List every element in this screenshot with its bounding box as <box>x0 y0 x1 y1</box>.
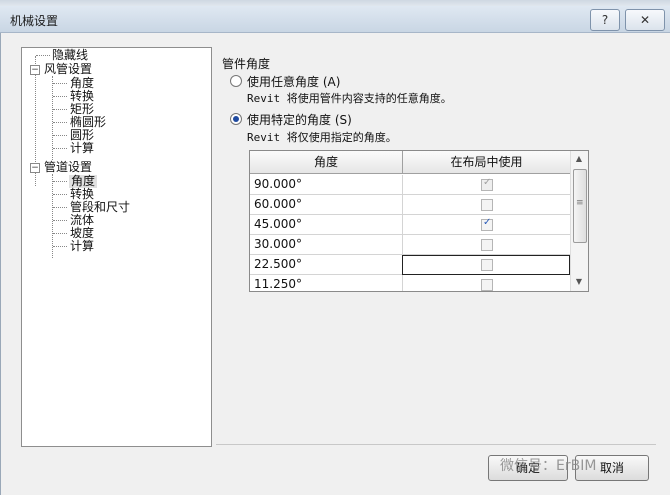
help-button[interactable]: ? <box>590 9 620 31</box>
tree-item-duct-settings[interactable]: 风管设置 <box>44 63 92 76</box>
use-in-layout-checkbox[interactable] <box>481 177 493 191</box>
watermark: 微信号：ErBIM <box>500 458 597 474</box>
column-header-angle[interactable]: 角度 <box>250 151 403 174</box>
grip-icon: ≡ <box>576 198 584 208</box>
tree-connector <box>53 96 67 97</box>
use-in-layout-checkbox[interactable] <box>481 217 493 231</box>
tree-connector <box>53 233 67 234</box>
use-cell <box>402 175 570 194</box>
radio-any-angle-label[interactable]: 使用任意角度 (A) <box>247 73 340 90</box>
window-title: 机械设置 <box>10 14 59 28</box>
angle-value: 22.500° <box>254 257 302 271</box>
column-header-use-in-layout[interactable]: 在布局中使用 <box>403 151 570 174</box>
collapse-icon[interactable]: − <box>30 65 40 75</box>
radio-specific-angle-label[interactable]: 使用特定的角度 (S) <box>247 111 352 128</box>
tree-item-hidden-lines[interactable]: 隐藏线 <box>52 49 88 62</box>
table-row: 60.000° <box>250 195 570 215</box>
any-angle-note: Revit 将使用管件内容支持的任意角度。 <box>247 92 452 105</box>
scroll-thumb[interactable]: ≡ <box>573 169 587 243</box>
title-bar: 机械设置 ? ✕ <box>0 6 670 33</box>
tree-item-duct-calculation[interactable]: 计算 <box>70 142 94 155</box>
table-row: 11.250° <box>250 275 570 291</box>
angle-value: 30.000° <box>254 237 302 251</box>
use-in-layout-checkbox[interactable] <box>481 279 493 291</box>
section-title: 管件角度 <box>222 57 271 71</box>
angle-value: 45.000° <box>254 217 302 231</box>
use-cell <box>402 195 570 214</box>
use-cell <box>402 235 570 254</box>
tree-connector <box>53 109 67 110</box>
collapse-icon[interactable]: − <box>30 163 40 173</box>
scroll-up-icon[interactable]: ▲ <box>574 154 584 163</box>
table-row: 90.000° <box>250 175 570 195</box>
vertical-scrollbar[interactable]: ▲ ≡ ▼ <box>570 151 588 291</box>
angle-value: 11.250° <box>254 277 302 291</box>
tree-connector <box>53 122 67 123</box>
use-cell <box>402 275 570 291</box>
close-button[interactable]: ✕ <box>625 9 665 31</box>
tree-connector <box>53 194 67 195</box>
focused-cell <box>402 255 570 275</box>
settings-tree[interactable]: 隐藏线 − 风管设置 角度 转换 矩形 椭圆形 圆形 计算 − 管道设置 角度 … <box>21 47 212 447</box>
angle-value: 60.000° <box>254 197 302 211</box>
scroll-down-icon[interactable]: ▼ <box>574 277 584 286</box>
specific-angle-note: Revit 将仅使用指定的角度。 <box>247 131 397 144</box>
angles-grid: 角度 在布局中使用 90.000° 60.000° 45.000° 30.000… <box>249 150 589 292</box>
table-row: 45.000° <box>250 215 570 235</box>
tree-connector <box>53 220 67 221</box>
use-in-layout-checkbox[interactable] <box>481 199 493 211</box>
footer-separator <box>216 444 656 445</box>
tree-connector <box>53 135 67 136</box>
tree-connector <box>36 55 50 56</box>
use-cell <box>402 215 570 234</box>
tree-item-pipe-calculation[interactable]: 计算 <box>70 240 94 253</box>
angle-value: 90.000° <box>254 177 302 191</box>
radio-any-angle[interactable] <box>230 75 242 87</box>
tree-connector <box>53 148 67 149</box>
table-row: 30.000° <box>250 235 570 255</box>
tree-connector <box>53 181 67 182</box>
tree-connector <box>53 207 67 208</box>
use-in-layout-checkbox[interactable] <box>481 239 493 251</box>
table-row: 22.500° <box>250 255 570 275</box>
radio-specific-angle[interactable] <box>230 113 242 125</box>
tree-connector <box>53 83 67 84</box>
tree-item-pipe-settings[interactable]: 管道设置 <box>44 161 92 174</box>
tree-connector <box>53 246 67 247</box>
